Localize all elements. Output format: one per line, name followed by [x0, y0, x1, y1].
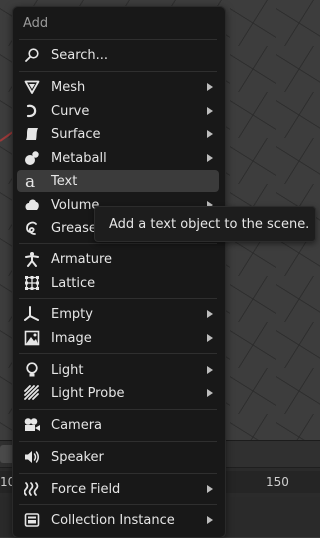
- volume-icon: [23, 196, 41, 214]
- submenu-arrow-icon: [207, 516, 213, 524]
- speaker-icon: [23, 448, 41, 466]
- tooltip-text: Add a text object to the scene.: [109, 216, 310, 232]
- menu-separator: [19, 298, 217, 299]
- submenu-arrow-icon: [207, 154, 213, 162]
- menu-item-search[interactable]: Search...: [17, 44, 219, 66]
- menu-item-light-probe[interactable]: Light Probe: [17, 382, 219, 404]
- menu-item-label: Text: [51, 173, 78, 189]
- metaball-icon: [23, 149, 41, 167]
- menu-item-label: Surface: [51, 126, 101, 142]
- menu-item-mesh[interactable]: Mesh: [17, 76, 219, 98]
- submenu-arrow-icon: [207, 366, 213, 374]
- menu-item-collection-instance[interactable]: Collection Instance: [17, 509, 219, 531]
- grease-pencil-icon: [23, 219, 41, 237]
- submenu-arrow-icon: [207, 310, 213, 318]
- submenu-arrow-icon: [207, 130, 213, 138]
- menu-separator: [19, 353, 217, 354]
- submenu-arrow-icon: [207, 107, 213, 115]
- curve-icon: [23, 102, 41, 120]
- menu-item-label: Force Field: [51, 481, 121, 497]
- menu-separator: [19, 39, 217, 40]
- armature-icon: [23, 250, 41, 268]
- camera-icon: [23, 416, 41, 434]
- submenu-arrow-icon: [207, 83, 213, 91]
- menu-item-light[interactable]: Light: [17, 359, 219, 381]
- menu-item-label: Lattice: [51, 275, 96, 291]
- menu-separator: [19, 243, 217, 244]
- menu-item-camera[interactable]: Camera: [17, 414, 219, 436]
- menu-item-empty[interactable]: Empty: [17, 303, 219, 325]
- frame-number-150: 150: [266, 475, 289, 489]
- menu-separator: [19, 441, 217, 442]
- menu-item-label: Empty: [51, 306, 93, 322]
- search-icon: [23, 46, 41, 64]
- menu-separator: [19, 409, 217, 410]
- submenu-arrow-icon: [207, 485, 213, 493]
- empty-icon: [23, 305, 41, 323]
- text-icon: a: [23, 172, 41, 190]
- menu-item-label: Search...: [51, 47, 109, 63]
- tooltip: Add a text object to the scene.: [94, 206, 316, 242]
- svg-text:a: a: [25, 172, 35, 190]
- menu-item-label: Collection Instance: [51, 512, 175, 528]
- menu-item-label: Image: [51, 330, 92, 346]
- menu-item-force-field[interactable]: Force Field: [17, 478, 219, 500]
- menu-item-label: Armature: [51, 251, 113, 267]
- submenu-arrow-icon: [207, 389, 213, 397]
- menu-item-label: Curve: [51, 103, 90, 119]
- menu-separator: [19, 71, 217, 72]
- lattice-icon: [23, 274, 41, 292]
- menu-item-label: Light Probe: [51, 385, 125, 401]
- submenu-arrow-icon: [207, 334, 213, 342]
- menu-item-curve[interactable]: Curve: [17, 100, 219, 122]
- menu-item-label: Mesh: [51, 79, 86, 95]
- menu-separator: [19, 473, 217, 474]
- menu-item-armature[interactable]: Armature: [17, 248, 219, 270]
- image-icon: [23, 329, 41, 347]
- menu-item-label: Light: [51, 362, 84, 378]
- menu-title: Add: [23, 16, 49, 31]
- force-field-icon: [23, 480, 41, 498]
- menu-item-label: Camera: [51, 417, 103, 433]
- light-icon: [23, 361, 41, 379]
- menu-item-speaker[interactable]: Speaker: [17, 446, 219, 468]
- menu-separator: [19, 504, 217, 505]
- menu-item-image[interactable]: Image: [17, 327, 219, 349]
- add-menu: Add Search... Mesh Curve Surface Metabal…: [12, 6, 226, 538]
- surface-icon: [23, 125, 41, 143]
- menu-item-text[interactable]: a Text: [17, 170, 219, 192]
- menu-item-metaball[interactable]: Metaball: [17, 147, 219, 169]
- menu-item-label: Metaball: [51, 150, 107, 166]
- menu-item-lattice[interactable]: Lattice: [17, 272, 219, 294]
- light-probe-icon: [23, 384, 41, 402]
- mesh-icon: [23, 78, 41, 96]
- menu-item-surface[interactable]: Surface: [17, 123, 219, 145]
- collection-instance-icon: [23, 511, 41, 529]
- menu-item-label: Speaker: [51, 449, 104, 465]
